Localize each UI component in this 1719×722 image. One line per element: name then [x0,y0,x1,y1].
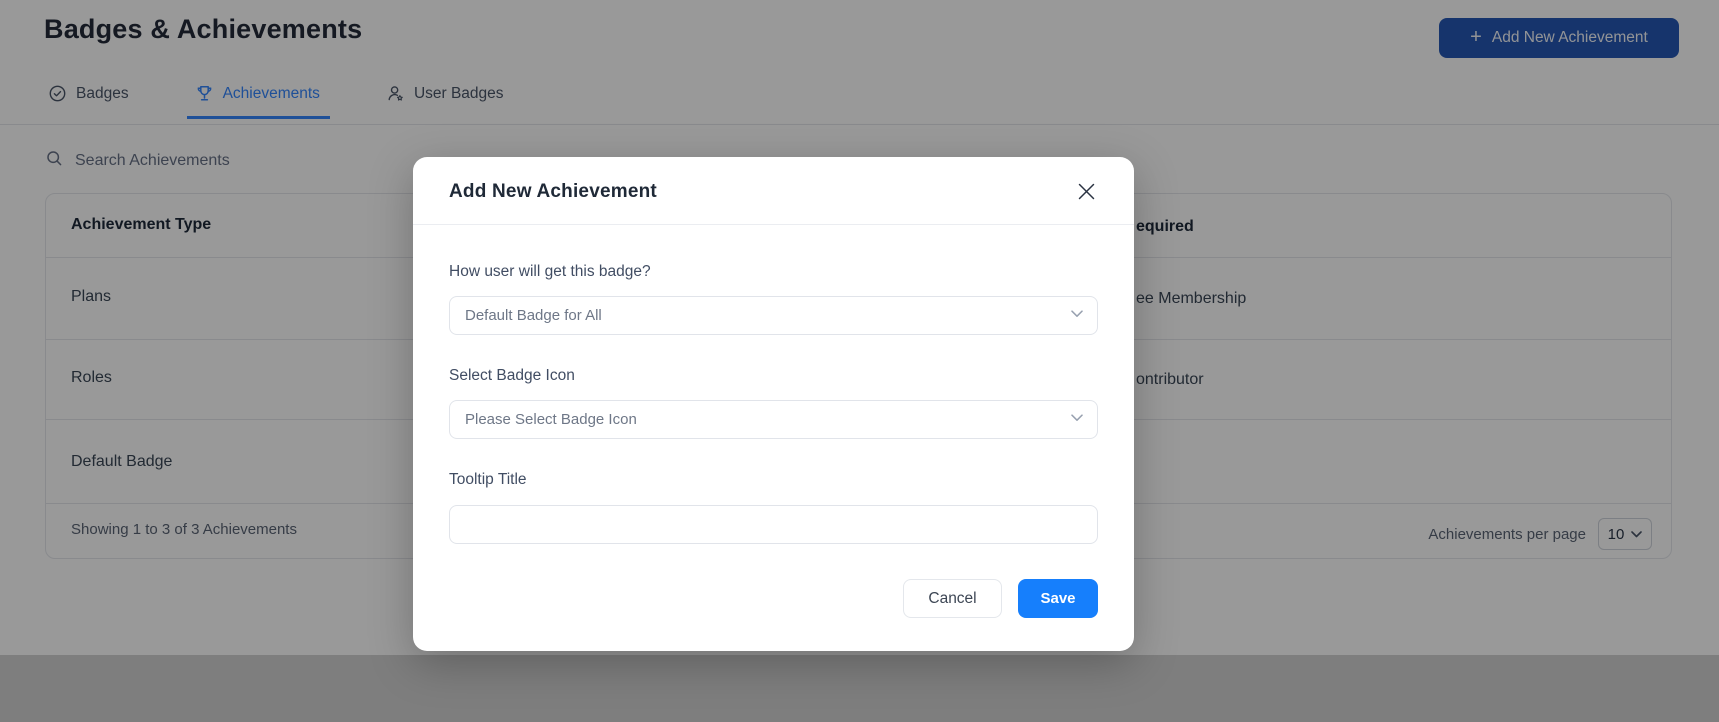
badge-source-select[interactable]: Default Badge for All [449,296,1098,335]
field-label-tooltip-title: Tooltip Title [449,471,527,488]
save-button[interactable]: Save [1018,579,1098,618]
badge-source-selected-value: Default Badge for All [465,307,602,324]
modal-header-divider [413,224,1134,225]
add-new-achievement-modal: Add New Achievement How user will get th… [413,157,1134,651]
badge-icon-select[interactable]: Please Select Badge Icon [449,400,1098,439]
close-button[interactable] [1073,178,1099,204]
close-icon [1078,183,1094,199]
modal-title: Add New Achievement [449,181,657,202]
chevron-down-icon [1071,310,1083,317]
badge-icon-selected-value: Please Select Badge Icon [465,411,637,428]
field-label-badge-source: How user will get this badge? [449,263,651,280]
field-label-badge-icon: Select Badge Icon [449,367,575,384]
chevron-down-icon [1071,414,1083,421]
screen: Badges & Achievements + Add New Achievem… [0,0,1719,722]
cancel-button[interactable]: Cancel [903,579,1002,618]
tooltip-title-input[interactable] [449,505,1098,544]
